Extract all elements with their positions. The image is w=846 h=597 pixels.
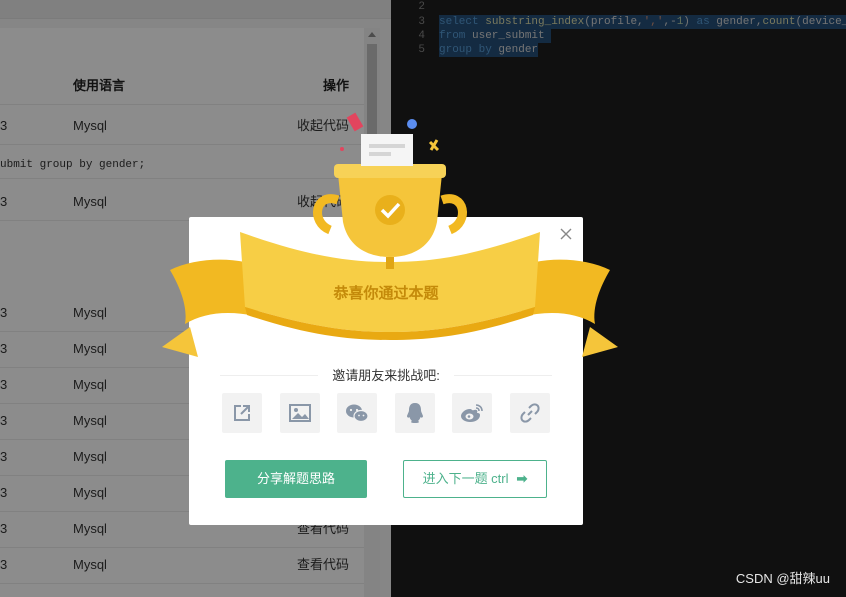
trophy-handle-right <box>440 194 467 235</box>
share-solution-button[interactable]: 分享解题思路 <box>225 460 367 498</box>
watermark: CSDN @甜辣uu <box>735 571 830 586</box>
check-icon <box>375 195 405 225</box>
ribbon-tail-left <box>162 327 198 357</box>
share-image-button[interactable] <box>280 393 320 433</box>
share-qq-button[interactable] <box>395 393 435 433</box>
share-icon <box>234 405 250 421</box>
copy-link-button[interactable] <box>510 393 550 433</box>
next-question-button[interactable]: 进入下一题 ctrl ➡ <box>403 460 547 498</box>
wechat-icon <box>346 404 369 423</box>
share-weibo-button[interactable] <box>452 393 492 433</box>
weibo-icon <box>461 404 483 422</box>
qq-icon <box>407 403 423 423</box>
image-icon <box>289 404 311 422</box>
share-link-button[interactable] <box>222 393 262 433</box>
share-wechat-button[interactable] <box>337 393 377 433</box>
arrow-right-icon: ➡ <box>516 471 528 486</box>
trophy-ribbon-graphic <box>162 112 618 357</box>
trophy-rim <box>334 164 446 178</box>
ribbon-tail-right <box>582 327 618 357</box>
certificate <box>361 134 413 166</box>
divider <box>454 375 552 376</box>
link-icon <box>520 403 540 423</box>
dialog-title: 恭喜你通过本题 <box>333 285 439 302</box>
next-question-label: 进入下一题 ctrl <box>422 471 509 486</box>
trophy-handle-left <box>313 194 340 235</box>
